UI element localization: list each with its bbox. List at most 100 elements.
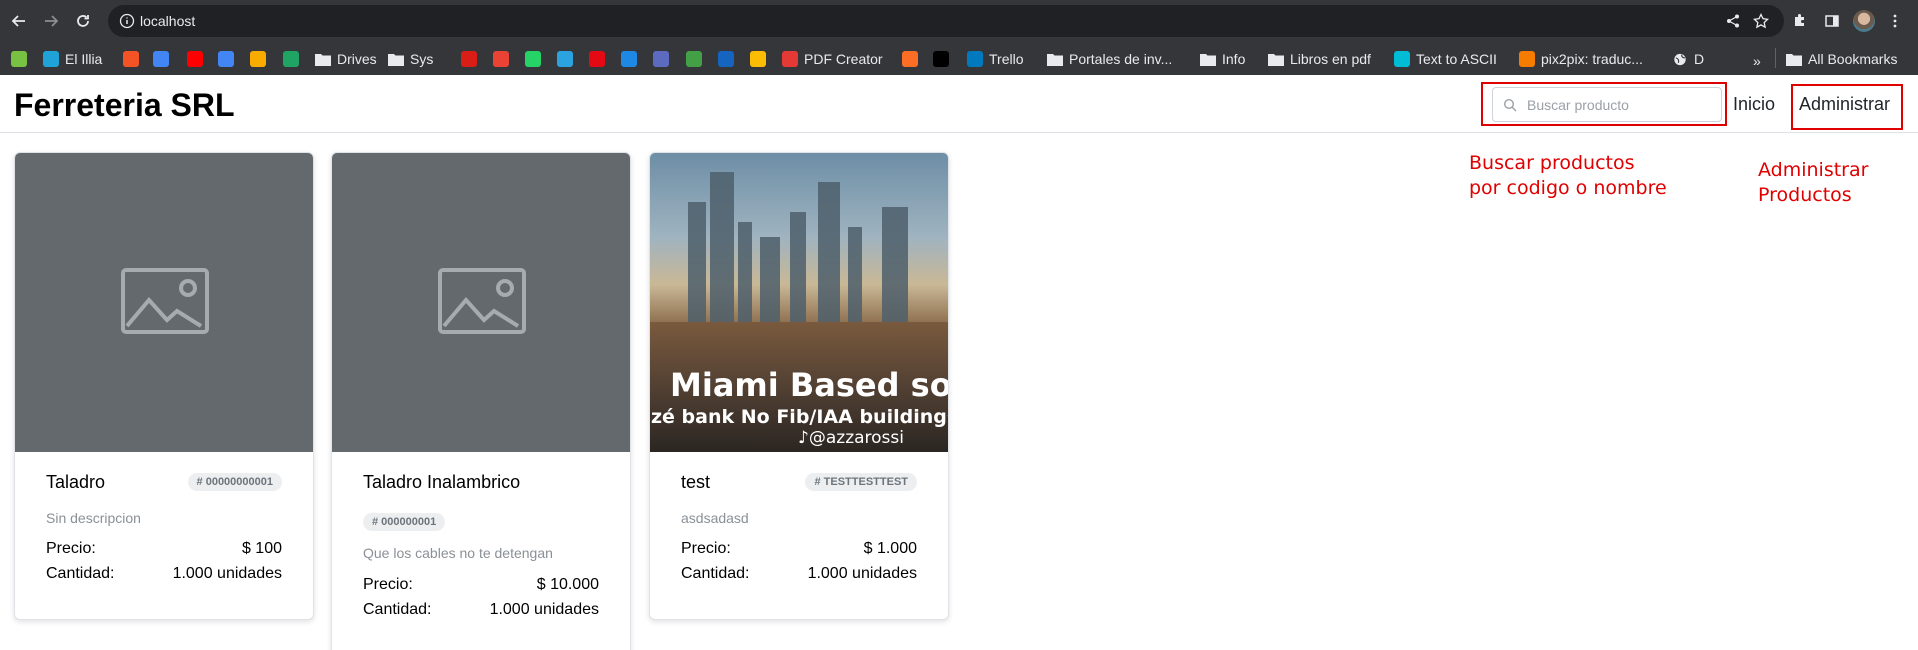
bookmark-item[interactable] [283, 48, 305, 70]
bookmark-label: D [1694, 51, 1705, 67]
brand-title[interactable]: Ferreteria SRL [14, 87, 235, 124]
bookmark-item[interactable]: Text to ASCII [1394, 48, 1497, 70]
skyline-building [882, 207, 908, 332]
bookmark-item[interactable]: Trello [967, 48, 1024, 70]
youtube-icon [187, 51, 203, 67]
star-icon [461, 51, 477, 67]
skyline-building [848, 227, 862, 332]
photo-caption-main: Miami Based soo. [670, 366, 948, 404]
search-input[interactable] [1527, 88, 1717, 121]
bookmark-item[interactable] [557, 48, 579, 70]
bookmark-item[interactable] [525, 48, 547, 70]
bookmarks-overflow-chevron[interactable]: » [1753, 53, 1761, 69]
photos-icon [750, 51, 766, 67]
bookmark-item[interactable]: Drives [315, 48, 377, 70]
product-image-placeholder [15, 153, 313, 452]
url-text[interactable]: localhost [140, 13, 195, 29]
pdf-creator-icon [782, 51, 798, 67]
search-annotation: Buscar productos por codigo o nombre [1469, 151, 1667, 201]
product-description: asdsadasd [681, 510, 749, 526]
bookmark-item[interactable]: Portales de inv... [1047, 48, 1172, 70]
product-name: Taladro Inalambrico [363, 472, 521, 492]
nav-link-inicio[interactable]: Inicio [1733, 94, 1775, 115]
drive-icon [283, 51, 299, 67]
side-panel-button[interactable] [1822, 11, 1842, 31]
bookmark-item[interactable] [218, 48, 240, 70]
bookmark-item[interactable]: D [1672, 48, 1704, 70]
site-info-icon[interactable] [119, 13, 135, 29]
bookmark-label: Drives [337, 51, 377, 67]
magnet-icon [718, 51, 734, 67]
extensions-button[interactable] [1790, 11, 1810, 31]
telegram-icon [557, 51, 573, 67]
bookmark-label: Text to ASCII [1416, 51, 1497, 67]
search-annotation-line2: por codigo o nombre [1469, 177, 1667, 199]
play-icon [621, 51, 637, 67]
address-bar-row: localhost [0, 0, 1918, 42]
x-icon [933, 51, 949, 67]
all-bookmarks-folder[interactable]: All Bookmarks [1786, 48, 1897, 70]
reload-button[interactable] [73, 11, 93, 31]
omnibox[interactable]: localhost [108, 5, 1784, 37]
bookmark-item[interactable] [653, 48, 675, 70]
bookmark-item[interactable] [153, 48, 175, 70]
product-card[interactable]: Taladro Inalambrico # 000000001 Que los … [331, 152, 631, 650]
bookmark-item[interactable] [11, 48, 33, 70]
bookmark-item[interactable] [902, 48, 924, 70]
search-annotation-line1: Buscar productos [1469, 152, 1635, 174]
bookmarks-separator [1775, 48, 1776, 68]
product-description: Que los cables no te detengan [363, 545, 553, 561]
product-code-badge: # 000000001 [363, 513, 446, 531]
quantity-value: 1.000 unidades [807, 565, 917, 582]
photo-caption-sub: zé bank No Fib/IAA buildings [651, 406, 948, 428]
bookmark-item[interactable]: El Illia [43, 48, 102, 70]
kebab-menu-icon [1893, 14, 1897, 28]
product-card[interactable]: Miami Based soo. zé bank No Fib/IAA buil… [649, 152, 949, 620]
price-value: $ 10.000 [536, 576, 599, 593]
pix2pix-icon [1519, 51, 1535, 67]
bookmark-item[interactable] [461, 48, 483, 70]
bookmark-item[interactable]: Info [1200, 48, 1245, 70]
product-name: test [681, 472, 711, 492]
reload-icon [77, 15, 89, 27]
product-code-badge: # 00000000001 [187, 473, 282, 491]
price-value: $ 1.000 [863, 540, 917, 557]
forward-arrow-icon [45, 15, 59, 27]
back-button[interactable] [9, 11, 29, 31]
skyline-building [688, 202, 706, 332]
bookmark-item[interactable] [621, 48, 643, 70]
bookmark-item[interactable]: PDF Creator [782, 48, 883, 70]
folder-icon [1268, 53, 1284, 66]
bookmark-item[interactable] [750, 48, 772, 70]
forward-button[interactable] [41, 11, 61, 31]
product-photo: Miami Based soo. zé bank No Fib/IAA buil… [650, 153, 948, 452]
bookmark-item[interactable]: Sys [388, 48, 433, 70]
quantity-label: Cantidad: [681, 565, 750, 582]
search-field[interactable] [1492, 87, 1722, 122]
bookmark-item[interactable] [250, 48, 272, 70]
product-image-placeholder [332, 153, 630, 452]
share-icon[interactable] [1725, 13, 1741, 29]
gmail-icon [493, 51, 509, 67]
product-name: Taladro [46, 472, 106, 492]
doc-icon [686, 51, 702, 67]
bookmark-item[interactable]: Libros en pdf [1268, 48, 1371, 70]
bookmark-item[interactable] [187, 48, 209, 70]
bookmark-label: PDF Creator [804, 51, 883, 67]
product-card[interactable]: Taladro # 00000000001 Sin descripcion Pr… [14, 152, 314, 620]
browser-menu-button[interactable] [1885, 11, 1905, 31]
bookmark-star-icon[interactable] [1753, 13, 1769, 29]
bookmark-item[interactable]: pix2pix: traduc... [1519, 48, 1643, 70]
product-code-badge: # TESTTESTTEST [805, 473, 917, 491]
search-icon [1503, 98, 1517, 112]
price-label: Precio: [363, 576, 413, 593]
bookmark-item[interactable] [933, 48, 955, 70]
bookmark-item[interactable] [718, 48, 740, 70]
folder-icon [388, 53, 404, 66]
nav-link-administrar[interactable]: Administrar [1799, 94, 1890, 115]
bookmark-item[interactable] [589, 48, 611, 70]
bookmark-item[interactable] [123, 48, 145, 70]
profile-avatar[interactable] [1853, 10, 1875, 32]
bookmark-item[interactable] [493, 48, 515, 70]
bookmark-item[interactable] [686, 48, 708, 70]
